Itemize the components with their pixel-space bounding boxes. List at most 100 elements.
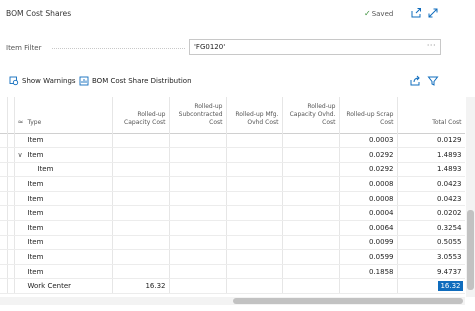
capacity-ovhd-cost-cell[interactable] (282, 147, 340, 163)
row-indicator-cell[interactable] (7, 264, 15, 280)
total-cost-cell[interactable]: 9.4737 (397, 264, 465, 280)
subcontracted-cost-cell[interactable] (169, 278, 227, 295)
total-cost-cell[interactable]: 0.5055 (397, 235, 465, 251)
chevron-down-icon[interactable]: ∨ (18, 151, 28, 159)
row-select-cell[interactable] (0, 176, 8, 192)
capacity-ovhd-cost-cell[interactable] (282, 205, 340, 222)
show-warnings-button[interactable]: Show Warnings (9, 74, 76, 88)
type-cell[interactable]: Item (14, 162, 113, 178)
scrap-cost-cell[interactable]: 0.0292 (339, 147, 398, 163)
table-row[interactable]: Item 0.0008 0.0423 (0, 176, 465, 192)
subcontracted-cost-header[interactable]: Rolled-up Subcontracted Cost (169, 97, 227, 133)
total-cost-cell[interactable]: 0.0129 (397, 133, 465, 149)
total-cost-cell[interactable]: 0.0423 (397, 176, 465, 192)
row-select-cell[interactable] (0, 147, 8, 163)
mfg-ovhd-cost-cell[interactable] (226, 133, 283, 149)
type-cell[interactable]: Item (14, 220, 113, 236)
table-row[interactable]: Item 0.0599 3.0553 (0, 249, 465, 265)
mfg-ovhd-cost-cell[interactable] (226, 249, 283, 265)
scrap-cost-cell[interactable]: 0.0099 (339, 235, 398, 251)
subcontracted-cost-cell[interactable] (169, 205, 227, 222)
mfg-ovhd-cost-cell[interactable] (226, 176, 283, 192)
total-cost-cell[interactable]: 0.0202 (397, 205, 465, 222)
table-row[interactable]: Item 0.0099 0.5055 (0, 235, 465, 251)
type-cell[interactable]: Item (14, 264, 113, 280)
item-filter-input[interactable]: 'FG0120' ··· (189, 39, 441, 55)
scrap-cost-cell[interactable]: 0.0292 (339, 162, 398, 178)
capacity-ovhd-cost-cell[interactable] (282, 162, 340, 178)
capacity-ovhd-cost-cell[interactable] (282, 235, 340, 251)
share-icon[interactable] (409, 6, 423, 20)
row-indicator-cell[interactable] (7, 220, 15, 236)
row-select-cell[interactable] (0, 162, 8, 178)
type-cell[interactable]: Item (14, 133, 113, 149)
type-cell[interactable]: Item (14, 249, 113, 265)
capacity-ovhd-cost-cell[interactable] (282, 191, 340, 207)
row-select-cell[interactable] (0, 191, 8, 207)
capacity-ovhd-cost-header[interactable]: Rolled-up Capacity Ovhd. Cost (282, 97, 340, 133)
type-cell[interactable]: Item (14, 235, 113, 251)
type-column-header[interactable]: ≈ Type (14, 97, 113, 133)
scrap-cost-cell[interactable]: 0.0003 (339, 133, 398, 149)
scrap-cost-cell[interactable]: 0.0599 (339, 249, 398, 265)
mfg-ovhd-cost-cell[interactable] (226, 235, 283, 251)
row-indicator-cell[interactable] (7, 176, 15, 192)
capacity-ovhd-cost-cell[interactable] (282, 264, 340, 280)
table-row[interactable]: Item 0.1858 9.4737 (0, 264, 465, 280)
capacity-ovhd-cost-cell[interactable] (282, 278, 340, 295)
subcontracted-cost-cell[interactable] (169, 191, 227, 207)
horizontal-scrollbar[interactable] (0, 297, 465, 305)
mfg-ovhd-cost-header[interactable]: Rolled-up Mfg. Ovhd Cost (226, 97, 283, 133)
table-row[interactable]: Item 0.0008 0.0423 (0, 191, 465, 207)
capacity-cost-cell[interactable] (112, 176, 170, 192)
capacity-cost-cell[interactable] (112, 235, 170, 251)
capacity-cost-cell[interactable] (112, 205, 170, 222)
scrap-cost-cell[interactable]: 0.0008 (339, 176, 398, 192)
table-row[interactable]: Item 0.0292 1.4893 (0, 162, 465, 178)
expand-icon[interactable] (426, 6, 440, 20)
capacity-cost-cell[interactable] (112, 133, 170, 149)
total-cost-cell[interactable]: 0.0423 (397, 191, 465, 207)
table-row[interactable]: Item 0.0004 0.0202 (0, 205, 465, 222)
table-row[interactable]: Item 0.0003 0.0129 (0, 133, 465, 149)
subcontracted-cost-cell[interactable] (169, 249, 227, 265)
capacity-cost-cell[interactable] (112, 162, 170, 178)
subcontracted-cost-cell[interactable] (169, 220, 227, 236)
row-select-cell[interactable] (0, 235, 8, 251)
total-cost-cell[interactable]: 16.32 (397, 278, 465, 295)
row-select-cell[interactable] (0, 249, 8, 265)
subcontracted-cost-cell[interactable] (169, 162, 227, 178)
row-select-cell[interactable] (0, 133, 8, 149)
scrap-cost-cell[interactable] (339, 278, 398, 295)
capacity-ovhd-cost-cell[interactable] (282, 220, 340, 236)
row-indicator-cell[interactable] (7, 147, 15, 163)
vertical-scrollbar[interactable] (466, 97, 475, 297)
total-cost-cell[interactable]: 1.4893 (397, 162, 465, 178)
mfg-ovhd-cost-cell[interactable] (226, 162, 283, 178)
total-cost-cell[interactable]: 1.4893 (397, 147, 465, 163)
capacity-cost-cell[interactable] (112, 147, 170, 163)
row-select-cell[interactable] (0, 264, 8, 280)
row-select-cell[interactable] (0, 220, 8, 236)
mfg-ovhd-cost-cell[interactable] (226, 264, 283, 280)
mfg-ovhd-cost-cell[interactable] (226, 191, 283, 207)
subcontracted-cost-cell[interactable] (169, 264, 227, 280)
table-row[interactable]: Item 0.0064 0.3254 (0, 220, 465, 236)
share-icon[interactable] (409, 75, 421, 87)
total-cost-cell[interactable]: 0.3254 (397, 220, 465, 236)
type-cell[interactable]: Item (14, 205, 113, 222)
capacity-cost-cell[interactable] (112, 191, 170, 207)
capacity-cost-cell[interactable] (112, 264, 170, 280)
selected-value[interactable]: 16.32 (438, 281, 463, 292)
type-cell[interactable]: Work Center (14, 278, 113, 295)
row-indicator-cell[interactable] (7, 191, 15, 207)
mfg-ovhd-cost-cell[interactable] (226, 278, 283, 295)
capacity-cost-cell[interactable] (112, 220, 170, 236)
row-indicator-cell[interactable] (7, 235, 15, 251)
subcontracted-cost-cell[interactable] (169, 176, 227, 192)
capacity-cost-cell[interactable]: 16.32 (112, 278, 170, 295)
scrap-cost-cell[interactable]: 0.0004 (339, 205, 398, 222)
mfg-ovhd-cost-cell[interactable] (226, 147, 283, 163)
type-cell[interactable]: Item (14, 176, 113, 192)
row-select-cell[interactable] (0, 278, 8, 295)
